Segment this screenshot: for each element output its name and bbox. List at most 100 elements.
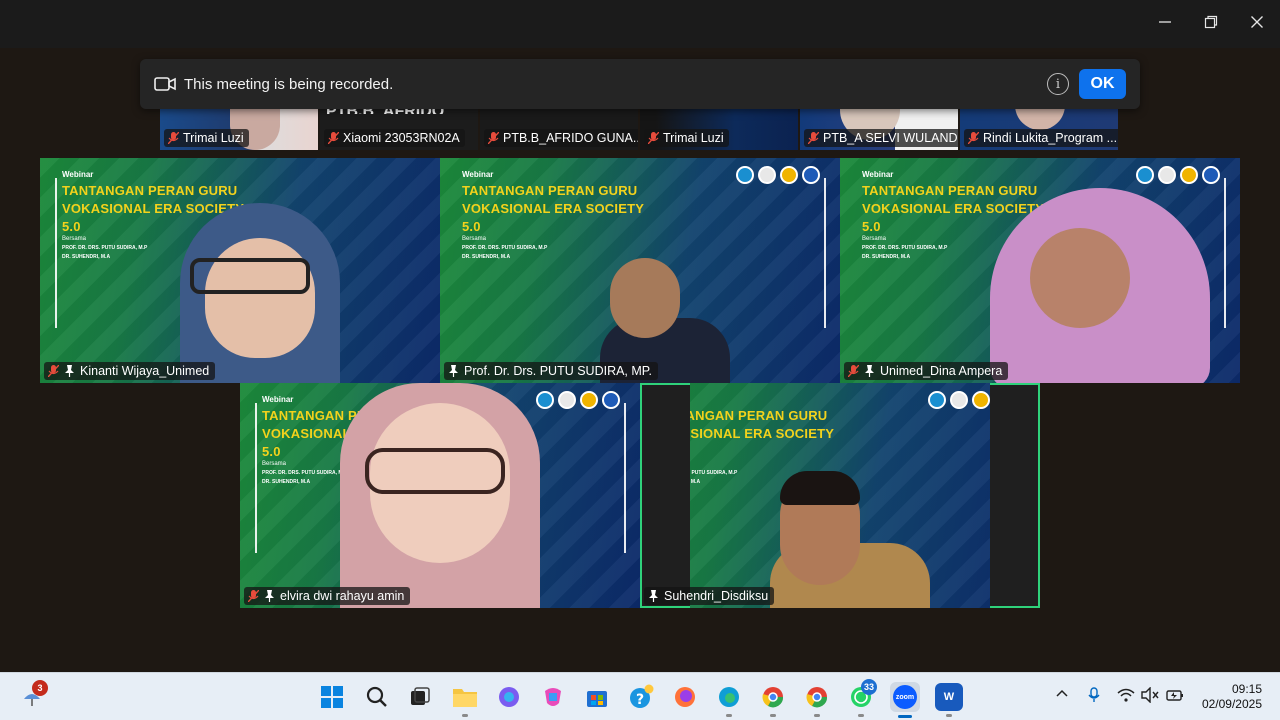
- logo-icon: [928, 391, 946, 409]
- mic-off-icon: [848, 365, 859, 377]
- participant-tile[interactable]: Webinar TANTANGAN PERAN GURU VOKASIONAL …: [840, 158, 1240, 383]
- participant-tile[interactable]: Webinar TANTANGAN PERAN GURU VOKASIONAL …: [440, 158, 840, 383]
- participant-label: PTB.B_AFRIDO GUNA...: [484, 129, 638, 147]
- slide-divider: [255, 403, 257, 553]
- hair: [780, 471, 860, 505]
- restore-icon[interactable]: [1195, 8, 1227, 36]
- copilot-icon[interactable]: [495, 683, 523, 711]
- slide-webinar-label: Webinar: [262, 395, 294, 404]
- logo-icon: [558, 391, 576, 409]
- microsoft-store-icon[interactable]: [583, 683, 611, 711]
- slide-bersama: Bersama: [462, 236, 487, 242]
- slide-webinar-label: Webinar: [862, 170, 894, 179]
- participant-name: elvira dwi rahayu amin: [280, 589, 405, 603]
- minimize-icon[interactable]: [1149, 8, 1181, 36]
- partner-logos: [928, 391, 990, 409]
- file-explorer-icon[interactable]: [451, 683, 479, 717]
- glasses: [190, 258, 310, 294]
- slide-title-line: TANTANGAN PERAN GURU: [690, 408, 828, 423]
- pin-icon: [865, 365, 874, 377]
- slide-speakers: PROF. DR. DRS. PUTU SUDIRA, M.P DR. SUHE…: [262, 469, 347, 487]
- clock-time: 09:15: [1231, 682, 1262, 696]
- slide-title-line: 5.0: [690, 443, 834, 461]
- slide-divider: [1224, 178, 1226, 328]
- edge-icon[interactable]: [715, 683, 743, 717]
- slide-speakers: PROF. DR. DRS. PUTU SUDIRA, M.P DR. SUHE…: [62, 244, 147, 262]
- logo-icon: [736, 166, 754, 184]
- firefox-icon[interactable]: [671, 683, 699, 711]
- slide-title-line: TANTANGAN PERAN GURU: [62, 183, 238, 198]
- slide-divider: [55, 178, 57, 328]
- pin-icon: [65, 365, 74, 377]
- window-titlebar: [0, 0, 1280, 48]
- close-icon[interactable]: [1241, 8, 1273, 36]
- active-speaker-tile[interactable]: Webinar TANTANGAN PERAN GURU VOKASIONAL …: [640, 383, 1040, 608]
- logo-icon: [802, 166, 820, 184]
- slide-bersama: Bersama: [262, 461, 287, 467]
- help-icon[interactable]: ?: [627, 683, 655, 711]
- task-view-icon[interactable]: [406, 683, 434, 711]
- whatsapp-icon[interactable]: 33: [847, 679, 878, 717]
- slide-speaker-name: PROF. DR. DRS. PUTU SUDIRA, M.P: [262, 470, 348, 476]
- chrome-profile-2-icon[interactable]: [803, 683, 831, 717]
- slide-speaker-name: PROF. DR. DRS. PUTU SUDIRA, M.P: [862, 245, 948, 251]
- notification-badge: 3: [32, 680, 48, 696]
- participant-name: Trimai Luzi: [183, 131, 244, 145]
- weather-icon[interactable]: 3: [18, 680, 48, 711]
- copilot-app-icon[interactable]: [539, 683, 567, 711]
- running-indicator: [770, 714, 776, 717]
- mic-off-icon: [168, 132, 179, 144]
- participant-name: Rindi Lukita_Program ...: [983, 131, 1118, 145]
- slide-bersama: Bersama: [62, 236, 87, 242]
- slide-title: TANTANGAN PERAN GURU VOKASIONAL ERA SOCI…: [690, 407, 834, 461]
- participant-label: Xiaomi 23053RN02A: [324, 129, 465, 147]
- volume-muted-icon[interactable]: [1141, 686, 1159, 706]
- slide-title: TANTANGAN PERAN GURU VOKASIONAL ERA SOCI…: [462, 182, 644, 236]
- slide-divider: [624, 403, 626, 553]
- recording-notice: This meeting is being recorded. i OK: [140, 59, 1140, 109]
- logo-icon: [1202, 166, 1220, 184]
- search-icon[interactable]: [363, 683, 391, 711]
- mic-off-icon: [248, 590, 259, 602]
- participant-video-frame: Webinar TANTANGAN PERAN GURU VOKASIONAL …: [690, 383, 990, 608]
- pin-icon: [649, 590, 658, 602]
- slide-webinar-label: Webinar: [462, 170, 494, 179]
- logo-icon: [780, 166, 798, 184]
- video-camera-icon: [154, 77, 176, 91]
- mic-off-icon: [808, 132, 819, 144]
- participant-tile[interactable]: Webinar TANTANGAN PERAN GURU VOKASIONAL …: [240, 383, 640, 608]
- system-clock[interactable]: 09:15 02/09/2025: [1202, 682, 1262, 712]
- participant-name: Unimed_Dina Ampera: [880, 364, 1003, 378]
- microphone-icon[interactable]: [1087, 687, 1101, 706]
- participant-name: Xiaomi 23053RN02A: [343, 131, 460, 145]
- logo-icon: [1180, 166, 1198, 184]
- ok-button[interactable]: OK: [1079, 69, 1126, 99]
- word-icon[interactable]: W: [935, 683, 963, 717]
- zoom-app-icon[interactable]: zoom: [890, 682, 920, 718]
- slide-speaker-name: DR. SUHENDRI, M.A: [462, 254, 511, 260]
- participant-label: Suhendri_Disdiksu: [644, 587, 775, 605]
- start-button[interactable]: [318, 683, 346, 711]
- glasses: [365, 448, 505, 494]
- mic-off-icon: [968, 132, 979, 144]
- chrome-profile-1-icon[interactable]: [759, 683, 787, 717]
- slide-title-line: VOKASIONAL ERA SOCIETY: [462, 201, 645, 216]
- running-indicator: [858, 714, 864, 717]
- logo-icon: [1136, 166, 1154, 184]
- slide-speakers: PROF. DR. DRS. PUTU SUDIRA, M.P DR. SUHE…: [462, 244, 547, 262]
- participant-label: Prof. Dr. Drs. PUTU SUDIRA, MP.: [444, 362, 658, 380]
- slide-speaker-name: PROF. DR. DRS. PUTU SUDIRA, M.P: [62, 245, 148, 251]
- participant-name: Trimai Luzi: [663, 131, 724, 145]
- battery-charging-icon[interactable]: [1166, 687, 1184, 706]
- running-indicator: [946, 714, 952, 717]
- info-icon[interactable]: i: [1047, 73, 1069, 95]
- windows-taskbar: 3 ? 33 zoom W 09:15 02/09/2025: [0, 672, 1280, 720]
- clock-date: 02/09/2025: [1201, 697, 1262, 711]
- show-hidden-icons-chevron-up-icon[interactable]: [1055, 687, 1069, 704]
- slide-title-line: VOKASIONAL ERA SOCIETY: [862, 201, 1045, 216]
- slide-title-line: TANTANGAN PERAN GURU: [462, 183, 638, 198]
- slide-title-line: VOKASIONAL ERA SOCIETY: [690, 426, 835, 441]
- wifi-icon[interactable]: [1117, 687, 1135, 706]
- participant-tile[interactable]: Webinar TANTANGAN PERAN GURU VOKASIONAL …: [40, 158, 440, 383]
- participant-label: PTB_A SELVI WULAND...: [804, 129, 958, 147]
